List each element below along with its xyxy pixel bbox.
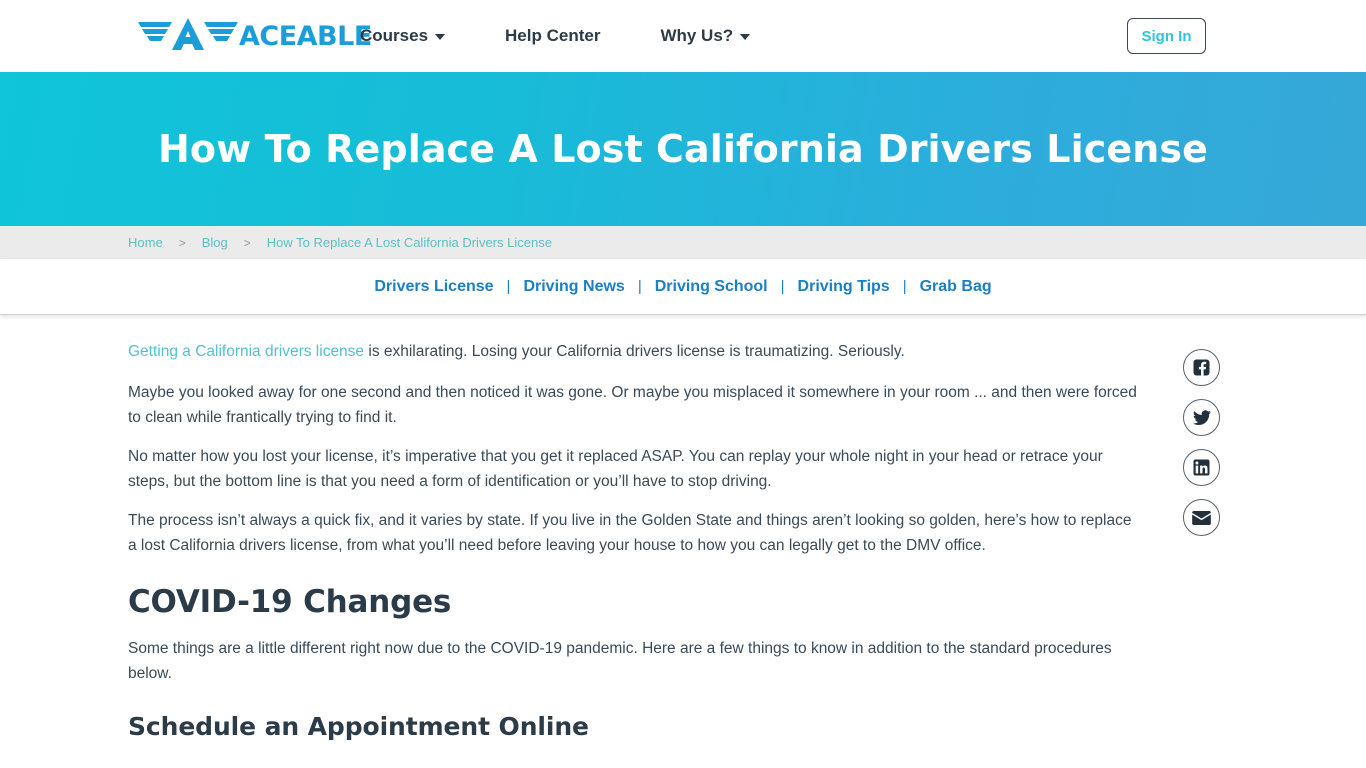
nav-item-label: Why Us?	[660, 26, 734, 45]
breadcrumb-separator: >	[178, 235, 186, 250]
share-facebook-button[interactable]	[1183, 349, 1220, 386]
category-separator: |	[637, 278, 642, 295]
category-link-driving-tips[interactable]: Driving Tips	[798, 278, 890, 296]
chevron-down-icon	[740, 34, 751, 40]
nav-item-courses[interactable]: Courses	[360, 26, 446, 46]
aceable-winged-a-logo-icon	[138, 16, 238, 57]
breadcrumb-item-current: How To Replace A Lost California Drivers…	[266, 235, 552, 250]
category-link-drivers-license[interactable]: Drivers License	[374, 278, 493, 296]
content-area: Getting a California drivers license is …	[0, 315, 1366, 741]
logo-wordmark: ACEABLE	[239, 20, 372, 52]
linkedin-icon	[1193, 459, 1210, 476]
share-email-button[interactable]	[1183, 499, 1220, 536]
hero-banner: How To Replace A Lost California Drivers…	[0, 72, 1366, 226]
paragraph-4: The process isn’t always a quick fix, an…	[128, 512, 1132, 554]
twitter-icon	[1192, 409, 1211, 426]
category-link-driving-school[interactable]: Driving School	[655, 278, 768, 296]
sign-in-button[interactable]: Sign In	[1127, 18, 1206, 54]
breadcrumb-item-blog[interactable]: Blog	[202, 235, 228, 250]
paragraph-intro-rest: is exhilarating. Losing your California …	[364, 343, 905, 360]
site-header: ACEABLE Courses Help Center Why Us? Sign…	[0, 0, 1366, 72]
paragraph-2: Maybe you looked away for one second and…	[128, 384, 1137, 426]
category-separator: |	[902, 278, 907, 295]
breadcrumb-separator: >	[243, 235, 251, 250]
share-twitter-button[interactable]	[1183, 399, 1220, 436]
category-separator: |	[506, 278, 511, 295]
article-body: Getting a California drivers license is …	[128, 339, 1143, 741]
paragraph-3: No matter how you lost your license, it’…	[128, 448, 1103, 490]
share-linkedin-button[interactable]	[1183, 449, 1220, 486]
heading-covid-19-changes: COVID-19 Changes	[128, 584, 452, 620]
nav-item-why-us[interactable]: Why Us?	[660, 26, 751, 46]
breadcrumb-item-home[interactable]: Home	[128, 235, 163, 250]
email-icon	[1192, 510, 1211, 525]
category-navigation: Drivers License | Driving News | Driving…	[0, 259, 1366, 315]
category-link-driving-news[interactable]: Driving News	[523, 278, 624, 296]
inline-link-getting-license[interactable]: Getting a California drivers license	[128, 343, 364, 360]
facebook-icon	[1193, 359, 1210, 376]
category-link-grab-bag[interactable]: Grab Bag	[920, 278, 992, 296]
nav-item-help-center[interactable]: Help Center	[505, 26, 600, 46]
site-logo[interactable]: ACEABLE	[138, 17, 372, 55]
category-separator: |	[780, 278, 785, 295]
social-share-rail	[1183, 349, 1220, 536]
nav-item-label: Courses	[360, 26, 429, 45]
chevron-down-icon	[435, 34, 446, 40]
page-title: How To Replace A Lost California Drivers…	[158, 127, 1208, 171]
main-navigation: Courses Help Center Why Us?	[360, 0, 751, 72]
paragraph-5: Some things are a little different right…	[128, 640, 1112, 682]
breadcrumb: Home > Blog > How To Replace A Lost Cali…	[0, 226, 1366, 259]
paragraph-intro: Getting a California drivers license is …	[128, 339, 1143, 364]
heading-schedule-appointment-online: Schedule an Appointment Online	[128, 712, 589, 741]
nav-item-label: Help Center	[505, 26, 601, 45]
